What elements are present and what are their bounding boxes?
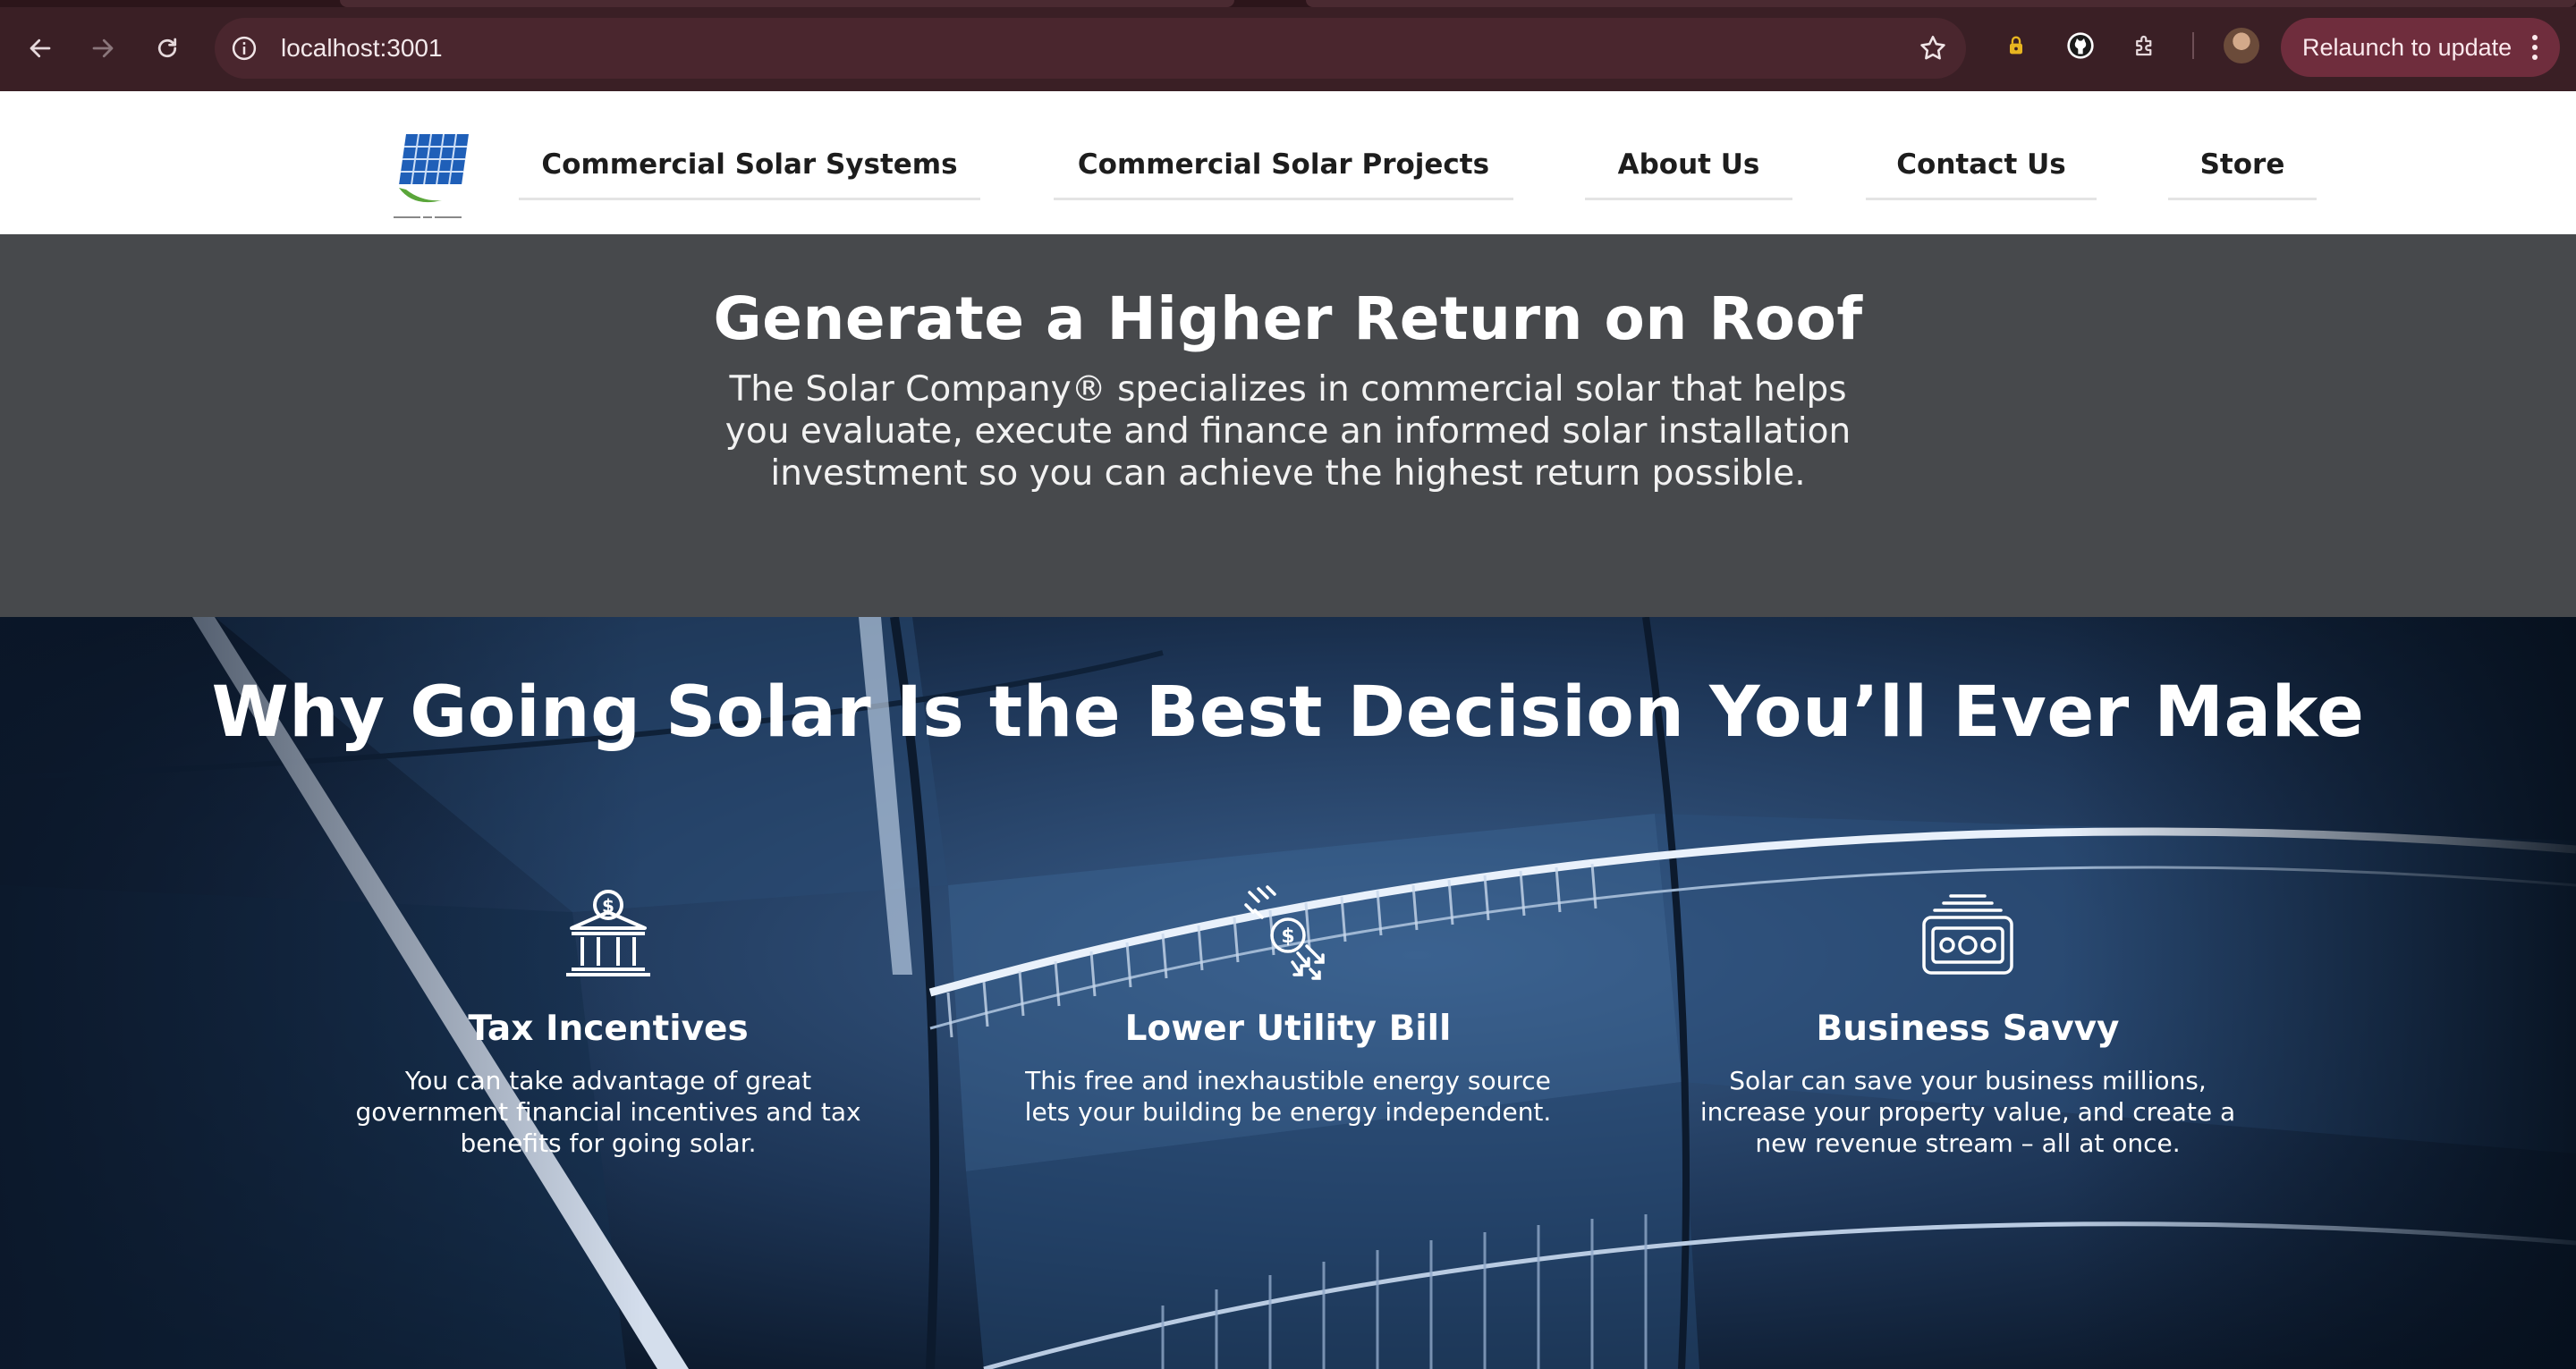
feature-text: You can take advantage of great governme…	[355, 1066, 861, 1158]
feature-tax-incentives: $ Tax Incentives You can take advantage …	[331, 885, 886, 1159]
bookmark-star-icon[interactable]	[1918, 33, 1948, 63]
falling-coin-icon: $	[1244, 885, 1325, 980]
reload-icon	[157, 38, 177, 58]
relaunch-to-update-button[interactable]: Relaunch to update	[2281, 18, 2560, 77]
nav-commercial-solar-projects[interactable]: Commercial Solar Projects	[1054, 141, 1513, 200]
benefits-section: Why Going Solar Is the Best Decision You…	[0, 617, 2576, 1369]
nav-about-us[interactable]: About Us	[1585, 141, 1792, 200]
feature-lower-utility-bill: $ Lower Utility Bill This free and inexh…	[1011, 885, 1565, 1128]
bank-dollar-icon: $	[566, 890, 650, 976]
hero-section: Generate a Higher Return on Roof The Sol…	[0, 234, 2576, 617]
feature-text: This free and inexhaustible energy sourc…	[1024, 1066, 1552, 1127]
hero-title: Generate a Higher Return on Roof	[713, 284, 1863, 353]
nav-commercial-solar-systems[interactable]: Commercial Solar Systems	[519, 141, 980, 200]
tab-strip	[0, 0, 2576, 7]
more-menu-icon[interactable]	[2531, 35, 2538, 60]
logo-tagline	[394, 216, 470, 220]
url-text[interactable]: localhost:3001	[281, 18, 443, 79]
address-bar[interactable]: localhost:3001	[215, 18, 1966, 79]
browser-toolbar: localhost:3001 Relaunch to update	[0, 0, 2576, 91]
back-button[interactable]	[20, 28, 61, 69]
password-lock-extension-icon[interactable]	[2000, 30, 2032, 62]
arrow-right-icon	[92, 38, 114, 58]
site-info-icon[interactable]	[231, 35, 258, 62]
svg-text:$: $	[1281, 925, 1294, 948]
hero-description: The Solar Company® specializes in commer…	[724, 369, 1852, 494]
benefits-heading: Why Going Solar Is the Best Decision You…	[211, 672, 2365, 753]
extensions-puzzle-icon[interactable]	[2129, 30, 2161, 62]
nav-store[interactable]: Store	[2168, 141, 2317, 200]
cash-stack-icon	[1922, 894, 2013, 975]
tab[interactable]	[1306, 0, 2576, 7]
feature-text: Solar can save your business millions, i…	[1699, 1066, 2236, 1158]
svg-text:$: $	[602, 895, 614, 917]
feature-business-savvy: Business Savvy Solar can save your busin…	[1690, 885, 2245, 1159]
github-extension-icon[interactable]	[2064, 30, 2097, 62]
solar-panel-logo[interactable]	[386, 125, 472, 215]
toolbar-divider	[2192, 32, 2194, 59]
relaunch-label: Relaunch to update	[2302, 34, 2512, 61]
profile-avatar[interactable]	[2224, 28, 2259, 63]
reload-button[interactable]	[147, 28, 188, 69]
nav-contact-us[interactable]: Contact Us	[1866, 141, 2097, 200]
feature-title: Business Savvy	[1816, 1009, 2120, 1049]
site-header: Commercial Solar Systems Commercial Sola…	[0, 91, 2576, 234]
feature-title: Lower Utility Bill	[1124, 1009, 1452, 1049]
tab[interactable]	[340, 0, 1234, 7]
feature-title: Tax Incentives	[468, 1009, 749, 1049]
arrow-left-icon	[30, 38, 51, 58]
forward-button[interactable]	[82, 28, 123, 69]
